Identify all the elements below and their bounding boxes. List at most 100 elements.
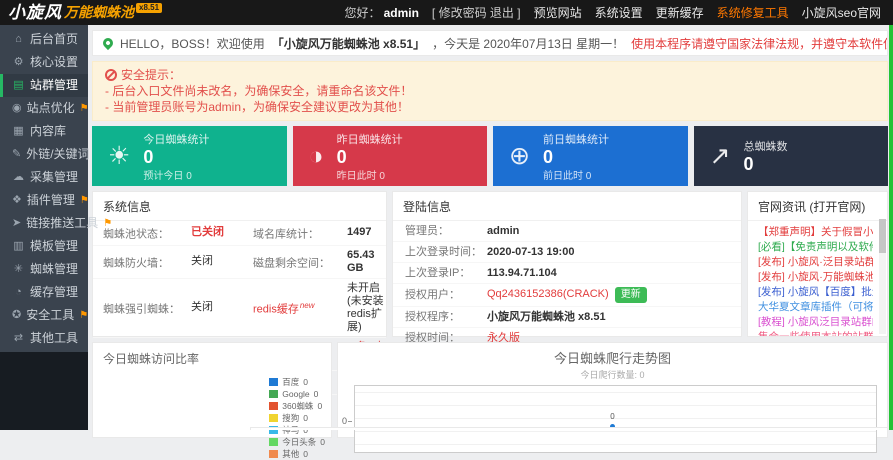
- legend-label: 搜狗: [282, 412, 299, 424]
- link-repair-tool[interactable]: 系统修复工具: [717, 4, 789, 21]
- sidebar-menu: ⌂ 后台首页 ⚙ 核心设置 ▤ 站群管理 ◉ 站点优化 ⚑: [0, 25, 88, 352]
- card-value: 0: [543, 147, 609, 167]
- spider-trend-chart-panel: 今日蜘蛛爬行走势图 今日爬行数量: 0 0 0: [337, 342, 888, 438]
- card-text: 前日蜘蛛统计 0 前日此时 0: [543, 131, 609, 182]
- login-value: 2020-07-13 19:00: [487, 245, 741, 259]
- legend-item[interactable]: Google 0: [269, 388, 325, 400]
- legend-item[interactable]: 搜狗 0: [269, 412, 325, 424]
- sidebar-item-plugins[interactable]: ❖ 插件管理 ⚑: [0, 189, 88, 212]
- news-link[interactable]: [教程] 小旋风泛目录站群的反向代理设置方法: [758, 315, 873, 330]
- card-title: 今日蜘蛛统计: [143, 131, 209, 147]
- location-pin-icon: [101, 36, 115, 50]
- link-seo-site[interactable]: 小旋风seo官网: [802, 4, 881, 21]
- spider-ratio-chart-panel: 今日蜘蛛访问比率 百度 0 Google 0: [92, 342, 332, 438]
- sidebar-item-home[interactable]: ⌂ 后台首页: [0, 28, 88, 51]
- sidebar-item-cache[interactable]: ◔ 缓存管理: [0, 281, 88, 304]
- news-link[interactable]: 集合一些使用本站的站群程序容易出现的问题和解决方法: [758, 330, 873, 337]
- sidebar-item-push-tool[interactable]: ➤ 链接推送工具 ⚑: [0, 212, 88, 235]
- news-link[interactable]: [必看]【免责声明以及软件使用协议】: [758, 240, 873, 255]
- shield-icon: ✪: [12, 304, 21, 327]
- sidebar-item-spider[interactable]: ✳ 蜘蛛管理: [0, 258, 88, 281]
- sidebar-item-label: 站群管理: [30, 74, 78, 97]
- info-label-text: redis缓存: [253, 303, 299, 315]
- sidebar-item-collect[interactable]: ☁ 采集管理: [0, 166, 88, 189]
- news-link[interactable]: 【郑重声明】关于假冒小旋风官网的说明和声明: [758, 225, 873, 240]
- info-value: 65.43 GB: [347, 249, 386, 275]
- card-text: 昨日蜘蛛统计 0 昨日此时 0: [337, 131, 403, 182]
- login-value-text: 113.94.71.104: [487, 267, 557, 279]
- news-list: 【郑重声明】关于假冒小旋风官网的说明和声明[必看]【免责声明以及软件使用协议】[…: [748, 221, 887, 337]
- info-value: 已关闭: [191, 226, 253, 239]
- login-value: 113.94.71.104: [487, 266, 741, 280]
- card-text: 总蜘蛛数 0: [743, 138, 787, 174]
- info-label: 域名库统计：: [253, 224, 347, 242]
- link-system-settings[interactable]: 系统设置: [595, 4, 643, 21]
- news-link[interactable]: [发布] 小旋风·泛目录站群V5.5，新增安全和系统修复工具等: [758, 255, 873, 270]
- card-value: 0: [143, 147, 209, 167]
- legend-label: Google: [282, 388, 309, 400]
- sidebar-item-label: 核心设置: [30, 51, 78, 74]
- update-license-button[interactable]: 更新: [615, 287, 647, 303]
- library-icon: ▦: [12, 120, 25, 143]
- news-link[interactable]: 大华夏文章库插件（可将采集文章处理成小旋风支持的格式）: [758, 300, 873, 315]
- legend-item[interactable]: 360蜘蛛 0: [269, 400, 325, 412]
- link-preview-site[interactable]: 预览网站: [534, 4, 582, 21]
- news-scrollbar-thumb[interactable]: [879, 219, 886, 253]
- legend-item[interactable]: 百度 0: [269, 376, 325, 388]
- login-value-text: Qq2436152386(CRACK): [487, 288, 609, 300]
- system-info-title: 系统信息: [93, 192, 386, 221]
- card-title: 前日蜘蛛统计: [543, 131, 609, 147]
- info-label: 磁盘剩余空间：: [253, 253, 347, 271]
- sidebar-item-content-library[interactable]: ▦ 内容库: [0, 120, 88, 143]
- legend-label: 其他: [282, 448, 299, 460]
- legend-label: 360蜘蛛: [282, 400, 313, 412]
- legend-swatch: [269, 438, 278, 446]
- legend-item[interactable]: 神马 0: [269, 424, 325, 436]
- cloud-icon: ☁: [12, 166, 25, 189]
- link-password-logout[interactable]: [ 修改密码 退出 ]: [432, 4, 521, 21]
- sidebar-item-other-tools[interactable]: ⇄ 其他工具: [0, 327, 88, 350]
- sun-icon: ☀: [108, 144, 130, 169]
- sidebar-item-core-settings[interactable]: ⚙ 核心设置: [0, 51, 88, 74]
- login-info-panel: 登陆信息 管理员： admin 上次登录时间： 2020-07-13 19:00…: [392, 191, 742, 337]
- info-value-text: 关闭: [191, 255, 213, 267]
- news-scrollbar[interactable]: [879, 219, 886, 334]
- login-info-title: 登陆信息: [393, 192, 741, 221]
- plugin-icon: ❖: [12, 189, 22, 212]
- sidebar-item-security[interactable]: ✪ 安全工具 ⚑: [0, 304, 88, 327]
- tools-icon: ⇄: [12, 327, 25, 350]
- news-link[interactable]: [发布] 小旋风【百度】批量PING推送工具v3(日推送量百万): [758, 285, 873, 300]
- open-official-site-link[interactable]: (打开官网): [809, 200, 865, 214]
- legend-item[interactable]: 其他 0: [269, 448, 325, 460]
- card-subtext: 昨日此时 0: [337, 167, 403, 182]
- link-update-cache[interactable]: 更新缓存: [656, 4, 704, 21]
- topbar-links: [ 修改密码 退出 ] 预览网站系统设置更新缓存系统修复工具小旋风seo官网: [432, 4, 881, 21]
- security-alert-title-text: 安全提示：: [121, 67, 181, 83]
- legend-value: 0: [320, 436, 325, 448]
- info-value-text: 关闭: [191, 301, 213, 313]
- legend-label: 神马: [282, 424, 299, 436]
- legend-item[interactable]: 今日头条 0: [269, 436, 325, 448]
- sidebar-item-label: 缓存管理: [30, 281, 78, 304]
- legend-value: 0: [317, 400, 322, 412]
- app-logo[interactable]: 小旋风 万能蜘蛛池 x8.51: [0, 1, 162, 24]
- security-alert-line: - 后台入口文件尚未改名，为确保安全，请重命名该文件！: [105, 83, 875, 99]
- welcome-text: HELLO，BOSS！欢迎使用: [120, 35, 265, 52]
- sidebar-item-site-group[interactable]: ▤ 站群管理: [0, 74, 88, 97]
- login-label: 上次登录时间：: [405, 245, 487, 259]
- login-label: 上次登录IP：: [405, 266, 487, 280]
- legend-label: 百度: [282, 376, 299, 388]
- card-value: 0: [743, 154, 787, 174]
- sidebar-item-links-keywords[interactable]: ✎ 外链/关键词: [0, 143, 88, 166]
- table-row: 蜘蛛池状态： 已关闭 域名库统计： 1497: [93, 221, 386, 246]
- login-info-table: 管理员： admin 上次登录时间： 2020-07-13 19:00 上次登录…: [393, 221, 741, 348]
- news-link[interactable]: [发布] 小旋风·万能蜘蛛池x8.6，新增redis缓存以及多项功能: [758, 270, 873, 285]
- pin-flag-icon: ⚑: [80, 97, 89, 120]
- table-row: 蜘蛛强引蜘蛛： 关闭 redis缓存new 未开启 (未安装redis扩展): [93, 279, 386, 338]
- table-row: 管理员： admin: [393, 221, 741, 242]
- logo-text-main: 小旋风: [8, 1, 62, 24]
- sidebar-item-site-optimize[interactable]: ◉ 站点优化 ⚑: [0, 97, 88, 120]
- sidebar-item-templates[interactable]: ▥ 模板管理: [0, 235, 88, 258]
- legend-value: 0: [303, 376, 308, 388]
- pin-flag-icon: ⚑: [80, 189, 89, 212]
